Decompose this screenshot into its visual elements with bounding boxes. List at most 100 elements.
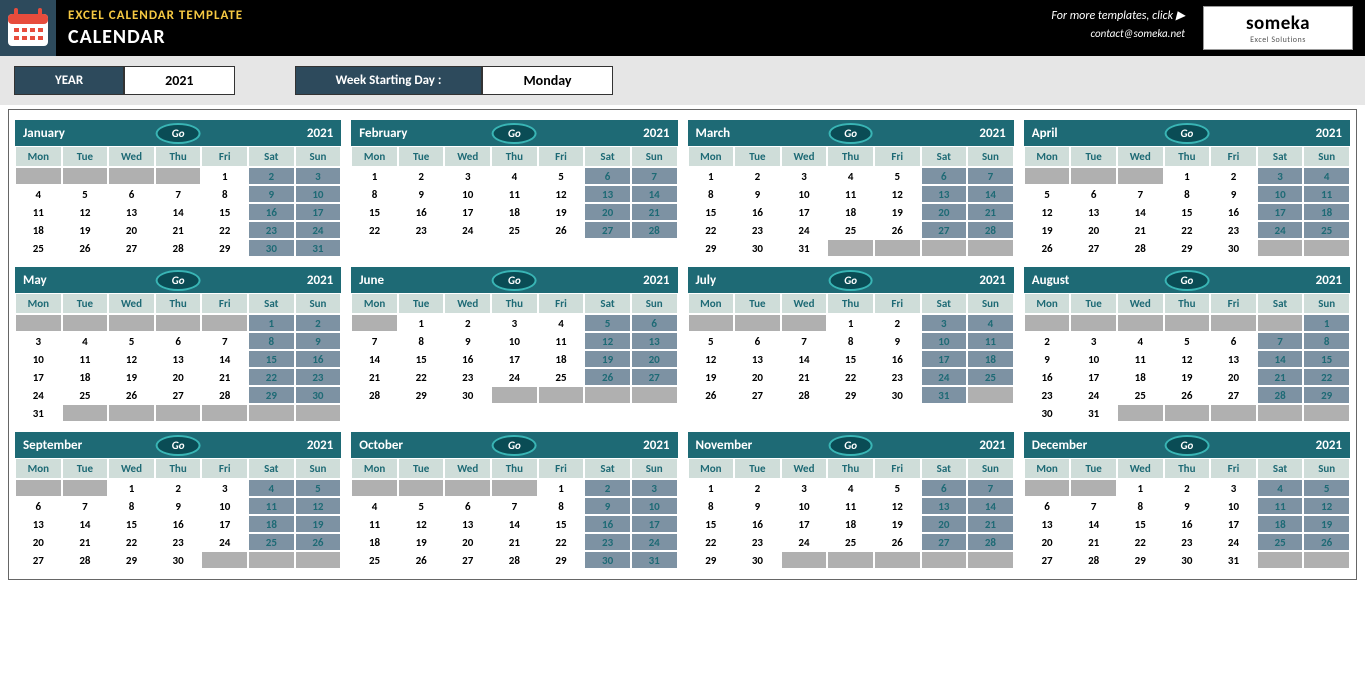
day-cell[interactable]: 14 xyxy=(967,497,1014,515)
day-cell[interactable]: 3 xyxy=(1070,332,1117,350)
day-cell[interactable]: 6 xyxy=(15,497,62,515)
day-cell[interactable]: 8 xyxy=(688,497,735,515)
day-cell[interactable]: 28 xyxy=(351,386,398,404)
day-cell[interactable]: 18 xyxy=(1257,515,1304,533)
day-cell[interactable]: 11 xyxy=(827,497,874,515)
day-cell[interactable]: 9 xyxy=(248,185,295,203)
day-cell[interactable]: 12 xyxy=(874,497,921,515)
day-cell[interactable]: 10 xyxy=(295,185,342,203)
day-cell[interactable]: 5 xyxy=(295,479,342,497)
day-cell[interactable]: 23 xyxy=(734,533,781,551)
day-cell[interactable]: 31 xyxy=(295,239,342,257)
day-cell[interactable]: 10 xyxy=(921,332,968,350)
day-cell[interactable]: 31 xyxy=(15,404,62,422)
day-cell[interactable]: 4 xyxy=(491,167,538,185)
day-cell[interactable]: 31 xyxy=(921,386,968,404)
day-cell[interactable]: 30 xyxy=(444,386,491,404)
day-cell[interactable]: 4 xyxy=(1303,167,1350,185)
day-cell[interactable]: 27 xyxy=(155,386,202,404)
day-cell[interactable]: 22 xyxy=(538,533,585,551)
day-cell[interactable]: 28 xyxy=(1070,551,1117,569)
day-cell[interactable]: 29 xyxy=(827,386,874,404)
day-cell[interactable]: 13 xyxy=(1210,350,1257,368)
day-cell[interactable]: 23 xyxy=(155,533,202,551)
day-cell[interactable]: 20 xyxy=(15,533,62,551)
day-cell[interactable]: 17 xyxy=(781,203,828,221)
day-cell[interactable]: 28 xyxy=(967,221,1014,239)
day-cell[interactable]: 16 xyxy=(1164,515,1211,533)
day-cell[interactable]: 7 xyxy=(967,479,1014,497)
day-cell[interactable]: 18 xyxy=(351,533,398,551)
day-cell[interactable]: 24 xyxy=(781,221,828,239)
day-cell[interactable]: 23 xyxy=(295,368,342,386)
day-cell[interactable]: 2 xyxy=(444,314,491,332)
day-cell[interactable]: 3 xyxy=(444,167,491,185)
day-cell[interactable]: 31 xyxy=(1070,404,1117,422)
day-cell[interactable]: 4 xyxy=(827,167,874,185)
day-cell[interactable]: 26 xyxy=(1164,386,1211,404)
day-cell[interactable]: 16 xyxy=(248,203,295,221)
go-button[interactable]: Go xyxy=(156,123,201,144)
go-button[interactable]: Go xyxy=(828,123,873,144)
day-cell[interactable]: 26 xyxy=(62,239,109,257)
day-cell[interactable]: 24 xyxy=(295,221,342,239)
day-cell[interactable]: 11 xyxy=(967,332,1014,350)
day-cell[interactable]: 1 xyxy=(688,479,735,497)
day-cell[interactable]: 2 xyxy=(295,314,342,332)
day-cell[interactable]: 10 xyxy=(15,350,62,368)
go-button[interactable]: Go xyxy=(492,435,537,456)
day-cell[interactable]: 21 xyxy=(1070,533,1117,551)
day-cell[interactable]: 21 xyxy=(967,515,1014,533)
day-cell[interactable]: 24 xyxy=(15,386,62,404)
day-cell[interactable]: 21 xyxy=(62,533,109,551)
day-cell[interactable]: 29 xyxy=(398,386,445,404)
day-cell[interactable]: 19 xyxy=(1164,368,1211,386)
day-cell[interactable]: 8 xyxy=(1164,185,1211,203)
day-cell[interactable]: 9 xyxy=(1210,185,1257,203)
day-cell[interactable]: 24 xyxy=(1210,533,1257,551)
day-cell[interactable]: 19 xyxy=(874,203,921,221)
day-cell[interactable]: 27 xyxy=(921,221,968,239)
day-cell[interactable]: 6 xyxy=(108,185,155,203)
day-cell[interactable]: 15 xyxy=(688,515,735,533)
day-cell[interactable]: 26 xyxy=(398,551,445,569)
go-button[interactable]: Go xyxy=(1164,435,1209,456)
day-cell[interactable]: 30 xyxy=(248,239,295,257)
day-cell[interactable]: 18 xyxy=(827,515,874,533)
day-cell[interactable]: 2 xyxy=(1210,167,1257,185)
day-cell[interactable]: 3 xyxy=(201,479,248,497)
day-cell[interactable]: 13 xyxy=(584,185,631,203)
day-cell[interactable]: 10 xyxy=(1210,497,1257,515)
day-cell[interactable]: 22 xyxy=(688,221,735,239)
day-cell[interactable]: 16 xyxy=(1210,203,1257,221)
day-cell[interactable]: 9 xyxy=(398,185,445,203)
day-cell[interactable]: 25 xyxy=(827,533,874,551)
day-cell[interactable]: 5 xyxy=(538,167,585,185)
day-cell[interactable]: 12 xyxy=(874,185,921,203)
day-cell[interactable]: 27 xyxy=(921,533,968,551)
day-cell[interactable]: 24 xyxy=(921,368,968,386)
day-cell[interactable]: 19 xyxy=(1303,515,1350,533)
day-cell[interactable]: 20 xyxy=(155,368,202,386)
day-cell[interactable]: 30 xyxy=(1164,551,1211,569)
day-cell[interactable]: 26 xyxy=(874,533,921,551)
day-cell[interactable]: 7 xyxy=(1070,497,1117,515)
day-cell[interactable]: 8 xyxy=(1117,497,1164,515)
day-cell[interactable]: 28 xyxy=(491,551,538,569)
day-cell[interactable]: 23 xyxy=(248,221,295,239)
day-cell[interactable]: 13 xyxy=(631,332,678,350)
day-cell[interactable]: 13 xyxy=(444,515,491,533)
day-cell[interactable]: 2 xyxy=(398,167,445,185)
day-cell[interactable]: 10 xyxy=(781,185,828,203)
day-cell[interactable]: 17 xyxy=(1210,515,1257,533)
day-cell[interactable]: 24 xyxy=(631,533,678,551)
day-cell[interactable]: 24 xyxy=(1257,221,1304,239)
day-cell[interactable]: 24 xyxy=(1070,386,1117,404)
day-cell[interactable]: 12 xyxy=(108,350,155,368)
day-cell[interactable]: 25 xyxy=(248,533,295,551)
day-cell[interactable]: 7 xyxy=(781,332,828,350)
day-cell[interactable]: 15 xyxy=(688,203,735,221)
day-cell[interactable]: 15 xyxy=(201,203,248,221)
day-cell[interactable]: 19 xyxy=(108,368,155,386)
day-cell[interactable]: 1 xyxy=(108,479,155,497)
